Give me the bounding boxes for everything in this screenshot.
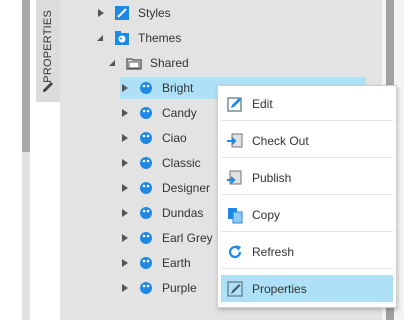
edit-icon	[227, 96, 242, 112]
tree-item-styles[interactable]: Styles	[96, 2, 171, 24]
context-menu: Edit Check Out Publish Copy Refresh Prop…	[217, 85, 397, 308]
menu-separator	[221, 120, 393, 121]
tree-item-dundas[interactable]: Dundas	[120, 202, 203, 224]
tree-item-label: Earth	[162, 256, 191, 270]
properties-icon	[227, 280, 243, 297]
menu-item-label: Check Out	[252, 133, 309, 148]
menu-item-copy[interactable]: Copy	[221, 201, 393, 228]
tree-item-earth[interactable]: Earth	[120, 252, 191, 274]
expand-arrow-icon[interactable]	[120, 83, 130, 93]
tree-item-candy[interactable]: Candy	[120, 102, 197, 124]
menu-item-properties[interactable]: Properties	[221, 275, 393, 302]
tree-item-label: Styles	[138, 6, 171, 20]
menu-separator	[221, 194, 393, 195]
menu-item-check-out[interactable]: Check Out	[221, 127, 393, 154]
left-scrollbar-thumb[interactable]	[22, 0, 30, 152]
expand-arrow-icon[interactable]	[120, 208, 130, 218]
styles-icon	[115, 6, 129, 20]
theme-icon	[140, 257, 152, 269]
menu-item-edit[interactable]: Edit	[221, 90, 393, 117]
check-out-icon	[227, 133, 243, 147]
properties-tab-label: PROPERTIES	[42, 10, 54, 83]
tree-item-classic[interactable]: Classic	[120, 152, 201, 174]
expand-arrow-icon[interactable]	[120, 183, 130, 193]
folder-icon	[126, 58, 142, 70]
tree-item-shared[interactable]: Shared	[108, 52, 189, 74]
theme-icon	[140, 232, 152, 244]
expand-arrow-icon[interactable]	[96, 8, 106, 18]
properties-side-tab[interactable]: PROPERTIES	[36, 0, 61, 102]
menu-item-label: Copy	[252, 207, 281, 222]
expand-arrow-icon[interactable]	[120, 283, 130, 293]
expand-arrow-icon[interactable]	[120, 108, 130, 118]
expand-arrow-icon[interactable]	[120, 233, 130, 243]
menu-item-publish[interactable]: Publish	[221, 164, 393, 191]
left-scrollbar-track[interactable]	[22, 152, 30, 320]
expand-arrow-icon[interactable]	[120, 133, 130, 143]
left-panel-strip	[0, 0, 36, 320]
tree-item-label: Candy	[162, 106, 197, 120]
theme-icon	[140, 132, 152, 144]
tree-item-label: Dundas	[162, 206, 204, 220]
tree-item-purple[interactable]: Purple	[120, 277, 197, 299]
menu-separator	[221, 157, 393, 158]
collapse-arrow-icon[interactable]	[96, 33, 106, 43]
copy-icon	[228, 207, 243, 223]
themes-icon	[115, 31, 129, 45]
tree-item-ciao[interactable]: Ciao	[120, 127, 187, 149]
theme-icon	[140, 157, 152, 169]
menu-item-label: Refresh	[252, 244, 295, 259]
tree-item-label: Shared	[150, 56, 189, 70]
menu-separator	[221, 231, 393, 232]
theme-icon	[140, 82, 152, 94]
theme-icon	[140, 207, 152, 219]
tree-item-label: Designer	[162, 181, 211, 195]
tree-item-label: Classic	[162, 156, 201, 170]
tree-item-designer[interactable]: Designer	[120, 177, 210, 199]
menu-item-refresh[interactable]: Refresh	[221, 238, 393, 265]
menu-item-label: Edit	[252, 96, 273, 111]
tree-item-label: Bright	[162, 81, 194, 95]
tree-item-label: Purple	[162, 281, 197, 295]
theme-icon	[140, 107, 152, 119]
tree-item-label: Earl Grey	[162, 231, 213, 245]
menu-item-label: Properties	[252, 281, 307, 296]
collapse-arrow-icon[interactable]	[108, 58, 118, 68]
theme-icon	[140, 182, 152, 194]
pencil-icon	[43, 82, 53, 92]
expand-arrow-icon[interactable]	[120, 258, 130, 268]
refresh-icon	[228, 244, 242, 258]
tree-item-themes[interactable]: Themes	[96, 27, 181, 49]
menu-separator	[221, 268, 393, 269]
tree-item-earl-grey[interactable]: Earl Grey	[120, 227, 213, 249]
tree-item-label: Themes	[138, 31, 182, 45]
publish-icon	[227, 170, 242, 184]
expand-arrow-icon[interactable]	[120, 158, 130, 168]
tree-item-label: Ciao	[162, 131, 187, 145]
theme-icon	[140, 282, 152, 294]
menu-item-label: Publish	[252, 170, 292, 185]
